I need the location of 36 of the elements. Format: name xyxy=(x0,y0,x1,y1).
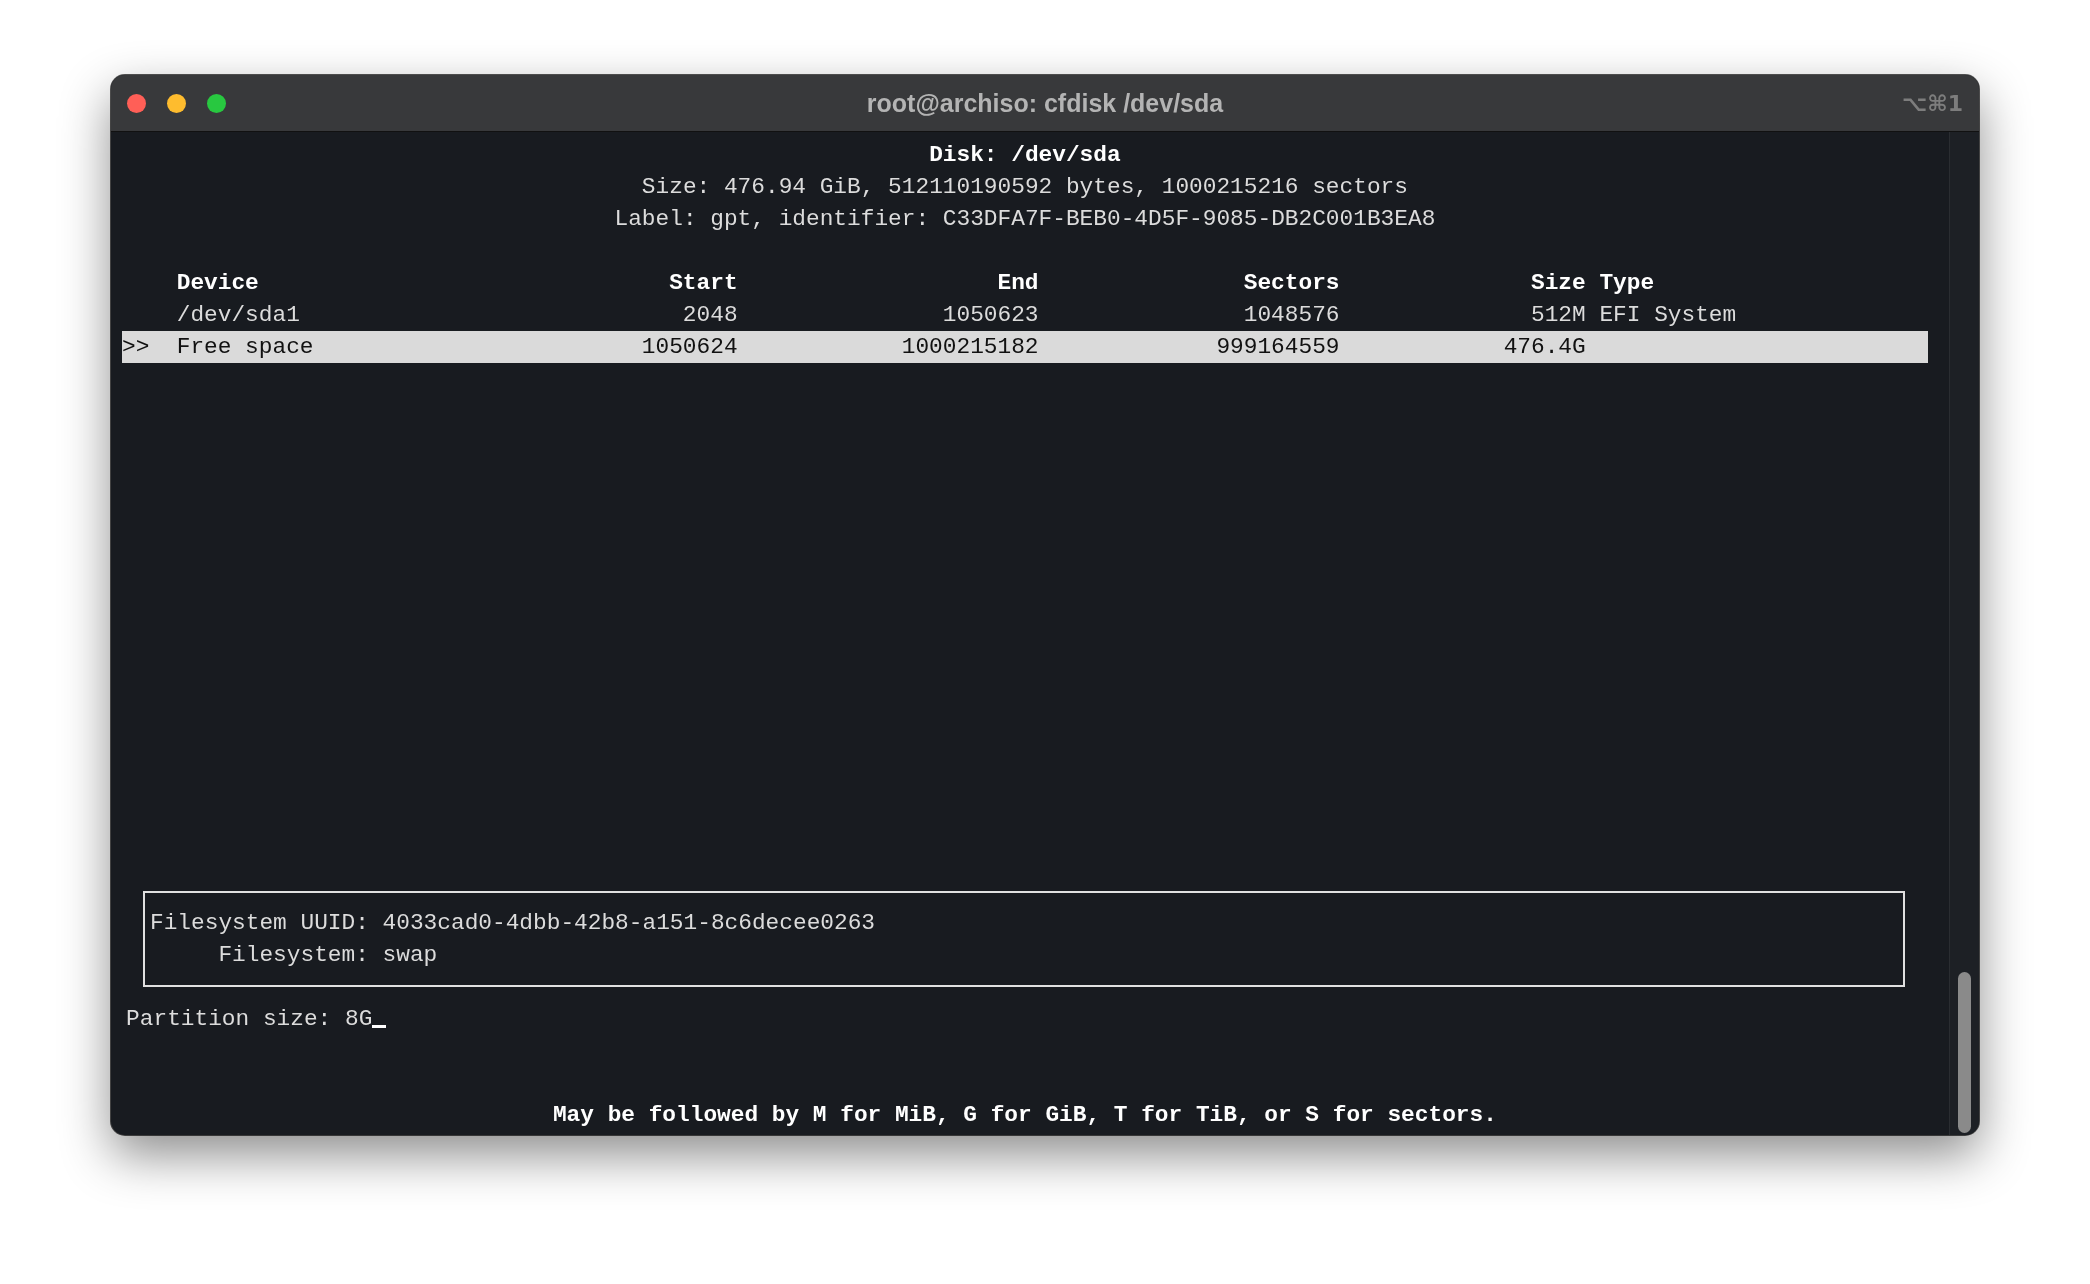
table-cell: 999164559 xyxy=(1216,334,1340,360)
table-cell: 512M xyxy=(1531,302,1586,328)
table-row[interactable]: /dev/sda1 2048 1050623 1048576 512M EFI System xyxy=(122,299,1928,331)
table-cell: 476.4G xyxy=(1503,334,1586,360)
column-header: Sectors xyxy=(1243,270,1340,296)
table-cell: 1048576 xyxy=(1243,302,1340,328)
selected-row[interactable]: >> Free space 1050624 1000215182 999164559 476.4G xyxy=(122,331,1928,363)
partition-size-field[interactable]: 8G xyxy=(345,1006,387,1032)
close-icon[interactable] xyxy=(127,93,146,113)
table-cell: Free space xyxy=(176,334,314,360)
hint-text: May be followed by M for MiB, G for GiB, T for TiB, or S for sectors. xyxy=(552,1102,1497,1128)
column-header: Device xyxy=(176,270,259,296)
info-label: Filesystem: xyxy=(217,941,369,970)
column-header: Type xyxy=(1599,270,1655,296)
minimize-icon[interactable] xyxy=(167,93,186,113)
column-header: Start xyxy=(669,270,738,296)
table-cell: 1050623 xyxy=(942,302,1039,328)
window-title: root@archiso: cfdisk /dev/sda xyxy=(866,88,1224,117)
table-cell: 2048 xyxy=(682,302,738,328)
info-label: Filesystem UUID: xyxy=(150,909,369,938)
disk-heading: Disk: /dev/sda xyxy=(929,142,1121,168)
table-cell: EFI System xyxy=(1599,302,1737,328)
disk-label-text: Label: gpt, identifier: C33DFA7F-BEB0-4D5F-9085-DB2C001B3EA8 xyxy=(614,206,1436,232)
column-header: Size xyxy=(1531,270,1586,296)
row-marker: >> xyxy=(122,334,150,360)
prompt-label: Partition size: xyxy=(126,1006,332,1032)
table-cell: 1000215182 xyxy=(901,334,1039,360)
table-cell: /dev/sda1 xyxy=(176,302,300,328)
disk-size-text: Size: 476.94 GiB, 512110190592 bytes, 1000215216 sectors xyxy=(641,174,1408,200)
scrollbar-thumb[interactable] xyxy=(1958,972,1971,1133)
info-value: swap xyxy=(382,941,439,970)
column-header: End xyxy=(997,270,1039,296)
info-value: 4033cad0-4dbb-42b8-a151-8c6decee0263 xyxy=(382,909,876,938)
maximize-icon[interactable] xyxy=(207,93,226,113)
shortcut-label: ⌥⌘1 xyxy=(1901,90,1963,116)
table-cell: 1050624 xyxy=(641,334,738,360)
